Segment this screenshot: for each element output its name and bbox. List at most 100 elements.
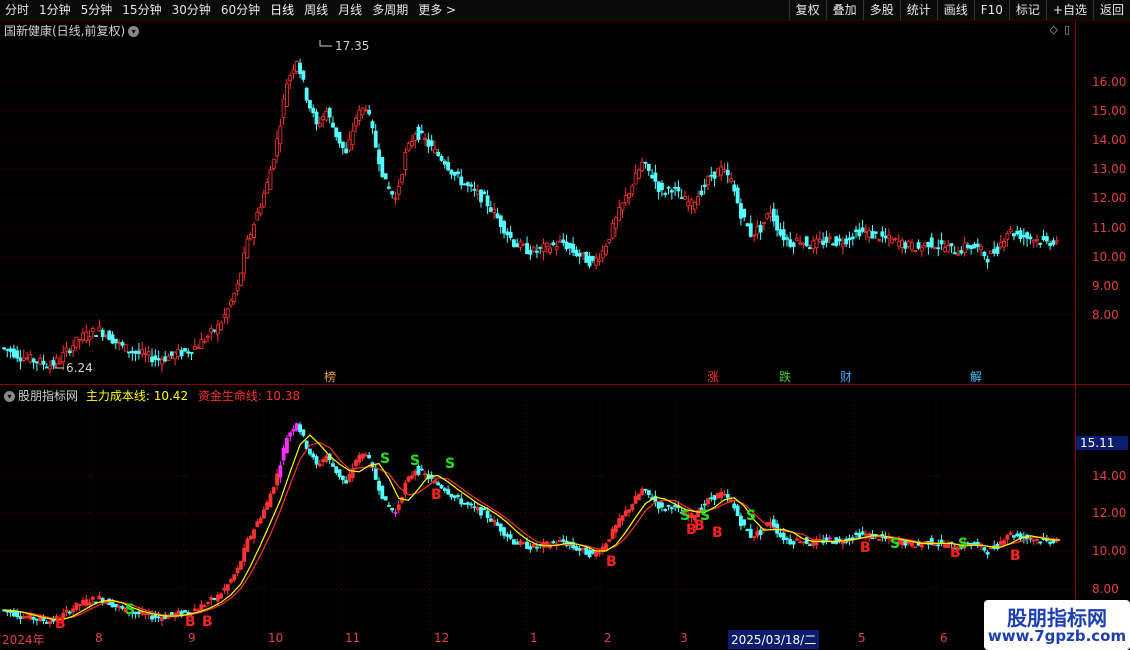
indicator-body — [67, 611, 72, 614]
indicator-body — [660, 502, 664, 508]
panel-toggle-icon[interactable]: ▯ — [1064, 23, 1070, 36]
sell-signal: S — [125, 602, 135, 618]
candle-body — [183, 348, 187, 352]
candle-body — [870, 230, 875, 239]
candle-body — [502, 221, 506, 234]
indicator-body — [982, 547, 987, 551]
candle-body — [939, 240, 944, 245]
indicator-body — [788, 539, 793, 545]
indicator-body — [808, 544, 812, 547]
indicator-body — [74, 602, 79, 610]
candle-body — [745, 223, 750, 227]
candle-body — [890, 238, 895, 244]
indicator-body — [936, 544, 941, 547]
candle-body — [324, 110, 329, 121]
candle-body — [265, 182, 270, 194]
candle-body — [551, 242, 556, 246]
candle-body — [887, 234, 891, 239]
indicator-body — [199, 604, 204, 611]
candle-body — [860, 227, 865, 232]
indicator-body — [354, 460, 358, 466]
candle-body — [77, 339, 82, 342]
candle-body — [100, 329, 105, 338]
candle-body — [64, 347, 69, 352]
candle-body — [558, 240, 562, 243]
sell-signal: S — [958, 536, 968, 552]
candle-body — [548, 247, 552, 253]
indicator-body — [380, 485, 385, 499]
candle-body — [771, 208, 776, 222]
diamond-icon[interactable]: ◇ — [1049, 23, 1057, 36]
event-tag[interactable]: 财 — [838, 370, 854, 384]
indicator-body — [150, 615, 154, 620]
candle-body — [893, 237, 898, 240]
indicator-body — [518, 540, 523, 545]
indicator-body — [410, 475, 414, 479]
y-tick-label: 12.00 — [1092, 506, 1127, 520]
candle-body — [347, 139, 352, 151]
candle-body — [827, 236, 832, 240]
event-tag[interactable]: 跌 — [777, 370, 793, 384]
indicator-body — [515, 541, 520, 545]
indicator-body — [479, 506, 483, 516]
candle-body — [136, 350, 141, 354]
x-tick-label: 1 — [530, 631, 538, 645]
sell-signal: S — [410, 453, 420, 469]
indicator-body — [261, 509, 266, 519]
candle-body — [363, 109, 368, 111]
candle-body — [327, 107, 332, 118]
candle-body — [1002, 240, 1006, 248]
candle-body — [61, 352, 66, 363]
candle-body — [725, 169, 730, 176]
indicator-body — [215, 594, 220, 602]
candle-body — [90, 327, 95, 332]
candle-body — [775, 215, 779, 231]
candle-body — [340, 141, 345, 149]
candle-body — [393, 197, 398, 200]
indicator-body — [25, 616, 29, 618]
indicator-body — [367, 455, 372, 459]
indicator-body — [900, 539, 904, 546]
event-tag[interactable]: 解 — [968, 370, 984, 384]
indicator-body — [630, 504, 635, 511]
candle-body — [1021, 234, 1026, 238]
candle-body — [735, 187, 740, 204]
candle-body — [498, 215, 503, 227]
candle-body — [308, 100, 312, 109]
watermark-url: www.7gpzb.com — [987, 627, 1127, 645]
candle-body — [367, 110, 372, 115]
indicator-body — [452, 495, 457, 499]
candle-body — [479, 189, 483, 203]
y-tick-label: 8.00 — [1092, 582, 1119, 596]
candle-body — [877, 239, 881, 242]
indicator-body — [469, 503, 474, 506]
indicator-body — [640, 488, 645, 496]
candle-body — [495, 213, 500, 219]
indicator-body — [255, 521, 260, 528]
candle-body — [97, 326, 102, 332]
candle-body — [873, 231, 878, 234]
candle-body — [1018, 230, 1023, 239]
y-tick-label: 9.00 — [1092, 279, 1119, 293]
chevron-down-icon[interactable]: ▾ — [128, 26, 140, 37]
indicator-body — [311, 453, 316, 458]
candle-body — [150, 356, 154, 363]
candle-body — [696, 196, 701, 206]
indicator-body — [143, 613, 148, 616]
line1-label: 主力成本线: — [85, 389, 150, 403]
chevron-down-icon[interactable]: ▾ — [4, 391, 15, 402]
event-tag[interactable]: 榜 — [322, 370, 338, 384]
candle-body — [173, 352, 177, 360]
indicator-body — [321, 459, 326, 462]
candle-body — [581, 252, 585, 255]
indicator-body — [160, 617, 164, 621]
candle-body — [179, 349, 184, 357]
candle-body — [692, 202, 697, 210]
indicator-body — [71, 608, 75, 613]
candle-body — [699, 190, 704, 196]
candle-body — [258, 206, 263, 215]
event-tag[interactable]: 涨 — [705, 370, 721, 384]
candle-body — [821, 240, 826, 245]
candle-body — [952, 252, 957, 255]
indicator-body — [192, 608, 197, 612]
